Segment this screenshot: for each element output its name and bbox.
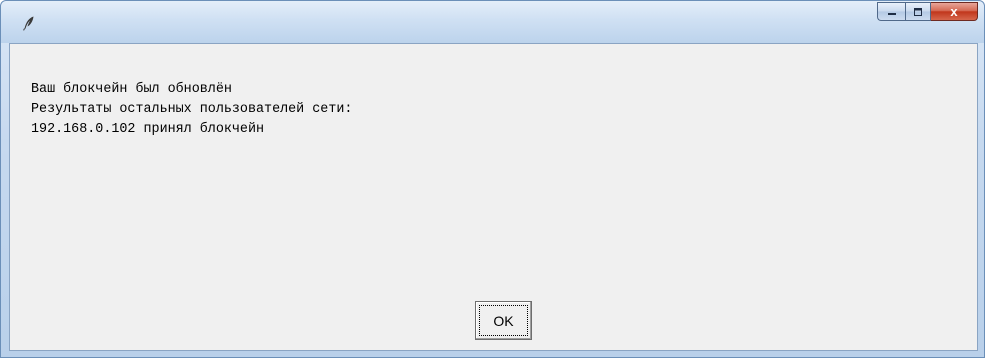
message-line-updated: Ваш блокчейн был обновлён — [31, 82, 232, 97]
minimize-button[interactable] — [877, 2, 905, 21]
window-controls: x — [877, 2, 978, 22]
ok-button-label: OK — [493, 312, 514, 329]
minimize-icon — [886, 2, 898, 21]
close-icon: x — [950, 4, 958, 19]
title-bar[interactable]: x — [1, 1, 984, 43]
dialog-window: x Ваш блокчейн был обновлён Результаты ос… — [0, 0, 985, 358]
close-button[interactable]: x — [931, 2, 978, 21]
ok-button[interactable]: OK — [475, 301, 532, 340]
dialog-body: Ваш блокчейн был обновлён Результаты оста… — [9, 43, 978, 351]
message-line-peer: 192.168.0.102 принял блокчейн — [31, 122, 265, 137]
message-line-results: Результаты остальных пользователей сети: — [31, 102, 353, 117]
maximize-button[interactable] — [905, 2, 931, 21]
feather-icon[interactable] — [21, 15, 37, 31]
message-text: Ваш блокчейн был обновлён Результаты оста… — [31, 80, 352, 140]
maximize-icon — [912, 2, 924, 21]
